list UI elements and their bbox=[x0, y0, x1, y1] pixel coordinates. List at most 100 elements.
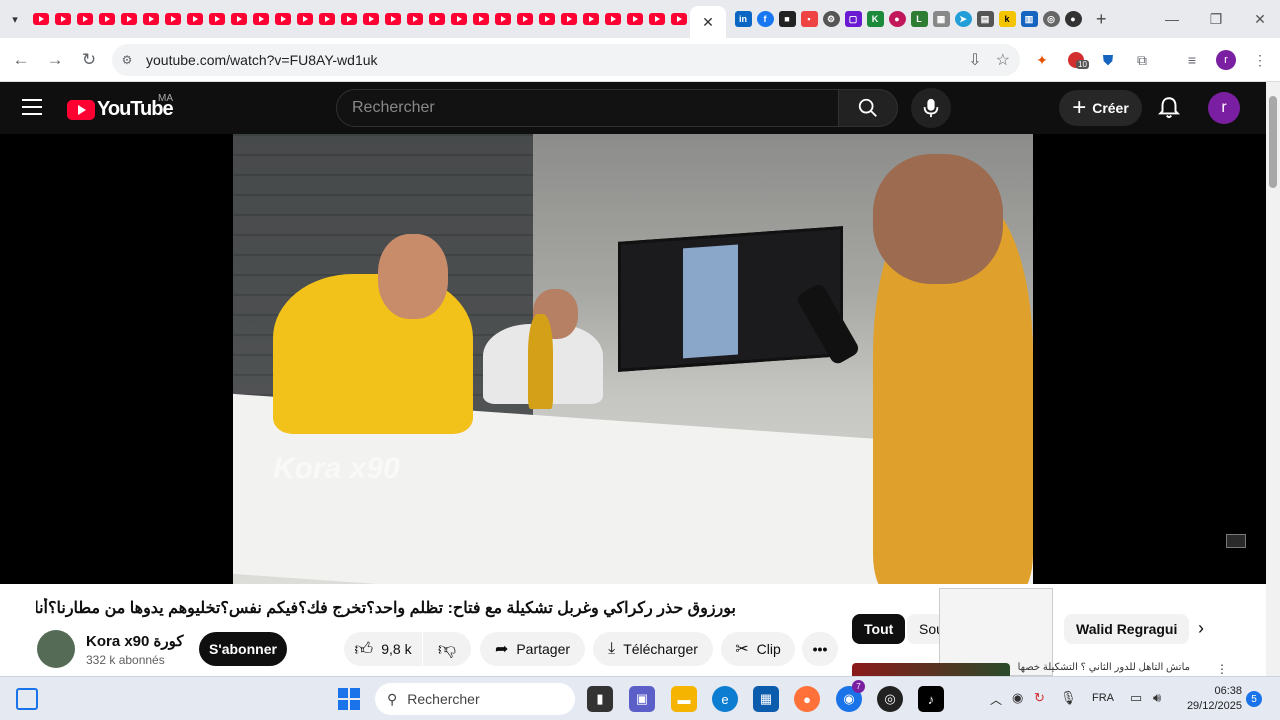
start-windows-icon[interactable] bbox=[338, 688, 360, 710]
active-tab[interactable]: ✕ bbox=[690, 6, 726, 38]
youtube-tab[interactable] bbox=[52, 0, 74, 38]
site-tab-icon[interactable]: ▪ bbox=[800, 11, 818, 27]
notification-badge[interactable]: 5 bbox=[1246, 691, 1262, 707]
tray-sync-icon[interactable]: ↻ bbox=[1034, 690, 1045, 706]
recommendation-thumbnail[interactable] bbox=[852, 663, 1010, 676]
video-frame[interactable]: Kora x90 bbox=[233, 134, 1033, 584]
extension-adblock-icon[interactable]: 10 bbox=[1064, 48, 1089, 72]
tray-app-icon[interactable]: ◉ bbox=[1012, 690, 1023, 706]
search-button[interactable] bbox=[838, 89, 898, 127]
bars-tab-icon[interactable]: ▥ bbox=[1020, 11, 1038, 27]
youtube-tab[interactable] bbox=[140, 0, 162, 38]
extension-butterfly-icon[interactable]: ✦ bbox=[1030, 48, 1054, 72]
more-actions-button[interactable]: ••• bbox=[802, 632, 838, 666]
video-player[interactable]: Kora x90 bbox=[0, 134, 1266, 584]
l-tab-icon[interactable]: L bbox=[910, 11, 928, 27]
edge-icon[interactable]: e bbox=[712, 686, 738, 712]
language-indicator[interactable]: FRA bbox=[1092, 692, 1114, 704]
youtube-tab[interactable] bbox=[668, 0, 690, 38]
network-icon[interactable]: ▭ bbox=[1130, 690, 1142, 706]
taskbar-search[interactable]: ⚲ Rechercher bbox=[375, 683, 575, 715]
back-icon[interactable]: ← bbox=[4, 43, 38, 77]
site-info-icon[interactable]: ⚙ bbox=[112, 53, 142, 67]
widgets-icon[interactable] bbox=[16, 688, 38, 710]
minimize-icon[interactable]: — bbox=[1150, 0, 1194, 38]
chrome-icon[interactable]: ◉ 7 bbox=[836, 680, 865, 712]
app-icon[interactable]: ◎ bbox=[877, 686, 903, 712]
linkedin-tab-icon[interactable]: in bbox=[734, 11, 752, 27]
task-view-icon[interactable]: ▮ bbox=[587, 686, 613, 712]
globe-tab-icon[interactable]: ◎ bbox=[1042, 11, 1060, 27]
media-tab-icon[interactable]: ● bbox=[888, 11, 906, 27]
recommendation-menu-icon[interactable]: ⋮ bbox=[1216, 662, 1228, 676]
chrome-menu-icon[interactable]: ⋮ bbox=[1248, 48, 1272, 72]
youtube-tab[interactable] bbox=[184, 0, 206, 38]
volume-icon[interactable]: 🔊︎ bbox=[1153, 690, 1161, 706]
close-window-icon[interactable]: ✕ bbox=[1238, 0, 1280, 38]
youtube-tab[interactable] bbox=[514, 0, 536, 38]
extension-shield-icon[interactable]: ⛊ bbox=[1096, 48, 1120, 72]
youtube-tab[interactable] bbox=[30, 0, 52, 38]
recommendation-title[interactable]: ماتش التأهل للدور الثاني ؟ التشكيلة خصها bbox=[1014, 662, 1190, 673]
tab-search-menu-icon[interactable]: ▾ bbox=[0, 4, 30, 34]
profile-avatar-icon[interactable]: r bbox=[1214, 48, 1238, 72]
notifications-bell-icon[interactable] bbox=[1156, 95, 1182, 121]
youtube-tab[interactable] bbox=[316, 0, 338, 38]
youtube-tab[interactable] bbox=[404, 0, 426, 38]
chip-all[interactable]: Tout bbox=[852, 614, 906, 644]
url-text[interactable]: youtube.com/watch?v=FU8AY-wd1uk bbox=[146, 52, 378, 68]
youtube-tab[interactable] bbox=[536, 0, 558, 38]
youtube-tab[interactable] bbox=[272, 0, 294, 38]
firefox-icon[interactable]: ● bbox=[794, 686, 820, 712]
youtube-tab[interactable] bbox=[206, 0, 228, 38]
youtube-tab[interactable] bbox=[602, 0, 624, 38]
reload-icon[interactable]: ↻ bbox=[72, 43, 106, 77]
facebook-tab-icon[interactable]: f bbox=[756, 11, 774, 27]
youtube-tab[interactable] bbox=[360, 0, 382, 38]
tray-overflow-icon[interactable]: ︿ bbox=[990, 691, 1002, 708]
youtube-tab[interactable] bbox=[382, 0, 404, 38]
grid-tab-icon[interactable]: ▦ bbox=[932, 11, 950, 27]
account-avatar[interactable]: r bbox=[1208, 92, 1240, 124]
clip-button[interactable]: ✂ Clip bbox=[721, 632, 795, 666]
scrollbar-thumb[interactable] bbox=[1269, 96, 1277, 188]
new-tab-button[interactable]: + bbox=[1096, 9, 1107, 30]
youtube-tab[interactable] bbox=[162, 0, 184, 38]
maximize-icon[interactable]: ❐ bbox=[1194, 0, 1238, 38]
voice-search-button[interactable] bbox=[911, 88, 951, 128]
tray-mic-icon[interactable]: 🎙︎ bbox=[1060, 690, 1077, 706]
create-button[interactable]: + Créer bbox=[1059, 90, 1142, 126]
omnibox[interactable]: ⚙ youtube.com/watch?v=FU8AY-wd1uk ⇩ ☆ bbox=[112, 44, 1020, 76]
youtube-tab[interactable] bbox=[426, 0, 448, 38]
settings-tab-icon[interactable]: ⚙ bbox=[822, 11, 840, 27]
youtube-tab[interactable] bbox=[338, 0, 360, 38]
channel-corner-icon[interactable] bbox=[1226, 534, 1246, 548]
youtube-tab[interactable] bbox=[492, 0, 514, 38]
forward-icon[interactable]: → bbox=[38, 43, 72, 77]
close-tab-icon[interactable]: ✕ bbox=[702, 14, 714, 31]
media-controls-icon[interactable]: ≡ bbox=[1180, 48, 1204, 72]
youtube-tab[interactable] bbox=[250, 0, 272, 38]
share-button[interactable]: ➦ Partager bbox=[480, 632, 585, 666]
extensions-puzzle-icon[interactable]: ⧉ bbox=[1130, 48, 1154, 72]
search-input[interactable] bbox=[352, 99, 838, 117]
telegram-tab-icon[interactable]: ➤ bbox=[954, 11, 972, 27]
news-tab-icon[interactable]: ■ bbox=[778, 11, 796, 27]
youtube-tab[interactable] bbox=[624, 0, 646, 38]
youtube-tab[interactable] bbox=[96, 0, 118, 38]
chip-walid-regragui[interactable]: Walid Regragui bbox=[1064, 614, 1190, 644]
download-button[interactable]: ⤓ Télécharger bbox=[593, 632, 713, 666]
teams-icon[interactable]: ▣ bbox=[629, 686, 655, 712]
channel-avatar[interactable] bbox=[37, 630, 75, 668]
bookmark-star-icon[interactable]: ☆ bbox=[996, 50, 1010, 70]
menu-icon[interactable] bbox=[22, 99, 42, 115]
youtube-tab[interactable] bbox=[118, 0, 140, 38]
github-tab-icon[interactable]: ● bbox=[1064, 11, 1082, 27]
chat-tab-icon[interactable]: ▢ bbox=[844, 11, 862, 27]
apps-tab-icon[interactable]: ▤ bbox=[976, 11, 994, 27]
file-explorer-icon[interactable]: ▬ bbox=[671, 686, 697, 712]
youtube-tab[interactable] bbox=[580, 0, 602, 38]
kick-tab-icon[interactable]: k bbox=[998, 11, 1016, 27]
youtube-tab[interactable] bbox=[294, 0, 316, 38]
k-tab-icon[interactable]: K bbox=[866, 11, 884, 27]
